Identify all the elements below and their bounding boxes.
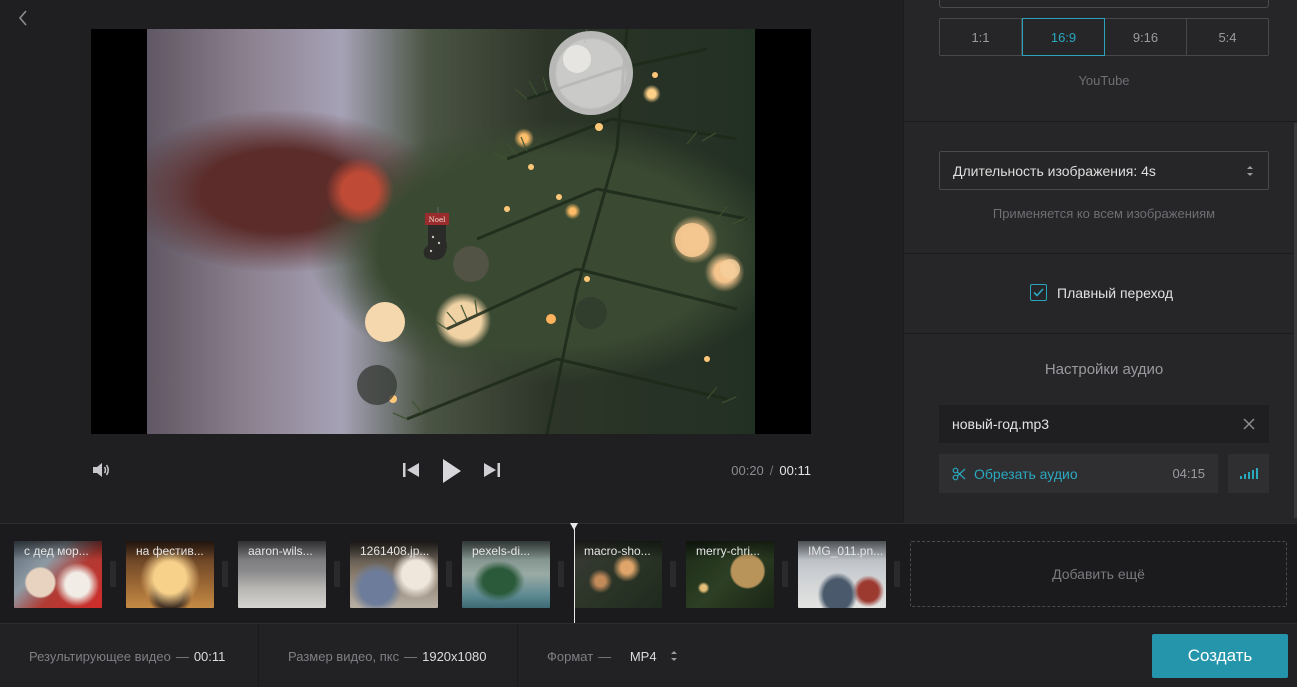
timeline-clip[interactable]: macro-sho... (574, 541, 662, 608)
close-icon[interactable] (1242, 417, 1256, 431)
clip-name: macro-sho... (574, 541, 662, 560)
time-readout: 00:20 / 00:11 (731, 463, 811, 478)
transition-marker[interactable] (558, 561, 564, 587)
current-time: 00:20 (731, 463, 764, 478)
timeline: с дед мор... на фестив... aaron-wils... … (0, 523, 1297, 623)
stocking-label: Noel (429, 216, 446, 224)
dash: — (175, 649, 189, 664)
transition-marker[interactable] (670, 561, 676, 587)
timeline-clip[interactable]: merry-chri... (686, 541, 774, 608)
video-size-value: 1920x1080 (422, 649, 487, 664)
settings-panel: 1:1 16:9 9:16 5:4 YouTube Длительность и… (903, 0, 1297, 523)
volume-button[interactable] (91, 460, 111, 480)
separator (258, 624, 259, 687)
ratio-16-9-button[interactable]: 16:9 (1022, 18, 1105, 56)
audio-settings-title: Настройки аудио (1044, 361, 1164, 378)
smooth-transition-label: Плавный переход (1057, 284, 1174, 301)
create-button[interactable]: Создать (1152, 634, 1288, 678)
playhead[interactable] (570, 523, 578, 623)
playhead-handle[interactable] (570, 523, 578, 530)
preview-image: Noel (147, 29, 755, 434)
transition-marker[interactable] (446, 561, 452, 587)
dash: — (598, 649, 612, 664)
image-duration-select[interactable]: Длительность изображения: 4s (939, 151, 1269, 190)
speaker-icon (93, 463, 109, 477)
ratio-9-16-button[interactable]: 9:16 (1105, 19, 1187, 55)
clip-name: merry-chri... (686, 541, 774, 560)
audio-duration: 04:15 (1172, 466, 1205, 481)
video-size-info: Размер видео, пкс — 1920x1080 (288, 649, 486, 664)
video-size-label: Размер видео, пкс (288, 649, 400, 664)
format-label: Формат (547, 649, 594, 664)
trim-audio-label: Обрезать аудио (974, 465, 1078, 482)
image-duration-caption: Применяется ко всем изображениям (992, 206, 1216, 221)
clip-name: с дед мор... (14, 541, 102, 560)
checkbox-box[interactable] (1030, 284, 1047, 301)
clip-name: aaron-wils... (238, 541, 326, 560)
format-info: Формат — MP4 (547, 649, 678, 664)
skip-forward-icon (484, 463, 500, 477)
clip-name: pexels-di... (462, 541, 550, 560)
trim-audio-button[interactable]: Обрезать аудио 04:15 (939, 454, 1218, 493)
transition-marker[interactable] (334, 561, 340, 587)
format-select[interactable]: MP4 (620, 649, 678, 664)
video-maker-app: Noel 00:20 / 00:11 1:1 16:9 9:16 5:4 You… (0, 0, 1297, 687)
transition-marker[interactable] (782, 561, 788, 587)
timeline-clip[interactable]: 1261408.jp... (350, 541, 438, 608)
select-arrows-icon (1247, 166, 1253, 176)
back-button[interactable] (12, 6, 34, 30)
next-button[interactable] (483, 461, 501, 479)
image-duration-value: Длительность изображения: 4s (953, 162, 1156, 179)
clip-name: IMG_011.pn... (798, 541, 886, 560)
transition-marker[interactable] (894, 561, 900, 587)
separator (517, 624, 518, 687)
result-video-label: Результирующее видео (29, 649, 171, 664)
clip-name: на фестив... (126, 541, 214, 560)
format-dropdown-edge[interactable] (939, 0, 1269, 8)
select-arrows-icon (671, 651, 678, 661)
result-video-info: Результирующее видео — 00:11 (29, 649, 225, 664)
audio-file-name: новый-год.mp3 (952, 416, 1050, 432)
bottom-bar: Результирующее видео — 00:11 Размер видео,… (0, 623, 1297, 687)
audio-file-row: новый-год.mp3 (939, 405, 1269, 443)
divider (904, 121, 1297, 122)
player-controls: 00:20 / 00:11 (91, 456, 811, 486)
time-separator: / (769, 463, 774, 478)
timeline-clip[interactable]: с дед мор... (14, 541, 102, 608)
timeline-clip[interactable]: IMG_011.pn... (798, 541, 886, 608)
timeline-clip[interactable]: pexels-di... (462, 541, 550, 608)
transition-marker[interactable] (222, 561, 228, 587)
play-button[interactable] (442, 458, 462, 484)
divider (904, 253, 1297, 254)
transition-marker[interactable] (110, 561, 116, 587)
dash: — (404, 649, 418, 664)
stocking-ornament: Noel (423, 207, 449, 260)
clip-name: 1261408.jp... (350, 541, 438, 560)
audio-volume-button[interactable] (1228, 454, 1269, 493)
chevron-left-icon (18, 10, 27, 26)
smooth-transition-checkbox[interactable]: Плавный переход (1030, 284, 1173, 301)
volume-bars-icon (1239, 468, 1258, 479)
skip-back-icon (403, 463, 419, 477)
video-preview: Noel (91, 29, 811, 434)
timeline-clip[interactable]: на фестив... (126, 541, 214, 608)
checkmark-icon (1033, 288, 1044, 297)
previous-button[interactable] (402, 461, 420, 479)
add-more-button[interactable]: Добавить ещё (910, 541, 1287, 607)
result-video-value: 00:11 (193, 649, 226, 664)
divider (904, 333, 1297, 334)
timeline-clip[interactable]: aaron-wils... (238, 541, 326, 608)
scissors-icon (952, 467, 966, 480)
editor-area: Noel 00:20 / 00:11 (0, 0, 903, 523)
ratio-1-1-button[interactable]: 1:1 (940, 19, 1022, 55)
aspect-ratio-selector: 1:1 16:9 9:16 5:4 (939, 18, 1269, 56)
format-value: MP4 (629, 649, 657, 664)
ratio-caption: YouTube (1078, 73, 1130, 88)
play-icon (443, 459, 461, 483)
total-duration: 00:11 (779, 463, 811, 478)
ratio-5-4-button[interactable]: 5:4 (1187, 19, 1268, 55)
